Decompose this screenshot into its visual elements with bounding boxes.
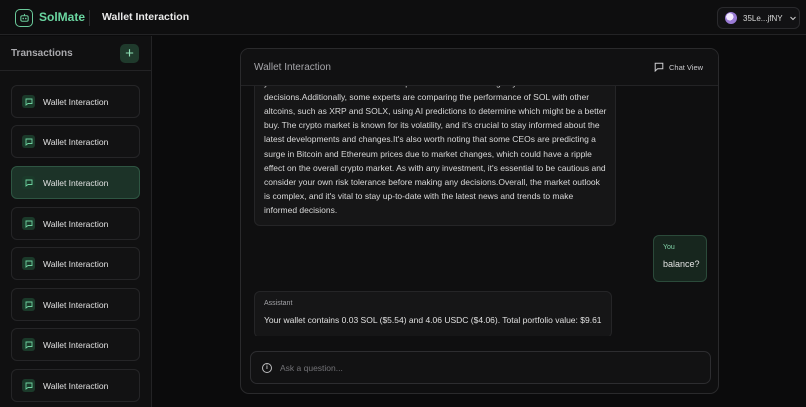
transaction-item[interactable]: Wallet Interaction xyxy=(11,369,140,402)
user-message-text: balance? xyxy=(663,259,700,269)
message-square-icon xyxy=(22,176,35,189)
wallet-address: 35Le...jfNY xyxy=(743,13,783,23)
chat-view-label: Chat View xyxy=(669,62,704,72)
chat-title: Wallet Interaction xyxy=(254,62,331,73)
sidebar: Transactions + Wallet Interaction Wallet… xyxy=(0,36,152,407)
plus-icon: + xyxy=(125,45,134,62)
transaction-item[interactable]: Wallet Interaction xyxy=(11,125,140,158)
robot-icon[interactable] xyxy=(15,9,33,27)
transaction-label: Wallet Interaction xyxy=(43,339,109,350)
assistant-message-bubble: Assistant Your wallet contains 0.03 SOL … xyxy=(254,291,612,336)
wallet-avatar-icon xyxy=(725,12,737,24)
message-square-icon xyxy=(22,298,35,311)
message-list[interactable]: your own research and consider multiple … xyxy=(241,86,718,336)
sidebar-header: Transactions + xyxy=(0,36,152,71)
transaction-label: Wallet Interaction xyxy=(43,380,109,391)
assistant-message-text: your own research and consider multiple … xyxy=(264,86,607,215)
sidebar-title: Transactions xyxy=(11,48,73,59)
chevron-down-icon xyxy=(789,16,796,21)
message-square-icon xyxy=(22,217,35,230)
transaction-label: Wallet Interaction xyxy=(43,218,109,229)
transaction-label: Wallet Interaction xyxy=(43,96,109,107)
assistant-message-bubble: your own research and consider multiple … xyxy=(254,86,616,226)
brand-name[interactable]: SolMate xyxy=(39,10,85,24)
question-input-box[interactable]: i xyxy=(250,351,711,384)
message-square-icon xyxy=(22,95,35,108)
transaction-item[interactable]: Wallet Interaction xyxy=(11,328,140,361)
transaction-label: Wallet Interaction xyxy=(43,136,109,147)
app-header: SolMate Wallet Interaction 35Le...jfNY xyxy=(0,0,806,35)
question-input[interactable] xyxy=(280,362,680,373)
chat-header: Wallet Interaction Chat View xyxy=(241,49,718,86)
transaction-label: Wallet Interaction xyxy=(43,258,109,269)
page-title: Wallet Interaction xyxy=(102,11,190,23)
transaction-item[interactable]: Wallet Interaction xyxy=(11,247,140,280)
assistant-message-text: Your wallet contains 0.03 SOL ($5.54) an… xyxy=(264,315,602,325)
transaction-item[interactable]: Wallet Interaction xyxy=(11,207,140,240)
message-square-icon xyxy=(22,257,35,270)
chat-panel: Wallet Interaction Chat View your own re… xyxy=(240,48,719,394)
transaction-item-active[interactable]: Wallet Interaction xyxy=(11,166,140,199)
message-square-icon xyxy=(22,379,35,392)
info-icon[interactable]: i xyxy=(262,362,272,373)
chat-view-button[interactable]: Chat View xyxy=(654,62,703,72)
add-transaction-button[interactable]: + xyxy=(120,44,139,63)
message-square-icon xyxy=(22,135,35,148)
wallet-button[interactable]: 35Le...jfNY xyxy=(717,7,800,29)
header-divider xyxy=(89,10,90,26)
message-square-icon xyxy=(22,338,35,351)
message-square-icon xyxy=(654,62,664,72)
user-message-bubble: You balance? xyxy=(653,235,707,282)
transaction-label: Wallet Interaction xyxy=(43,177,109,188)
transaction-item[interactable]: Wallet Interaction xyxy=(11,288,140,321)
user-role-label: You xyxy=(663,244,675,251)
transaction-label: Wallet Interaction xyxy=(43,299,109,310)
transaction-item[interactable]: Wallet Interaction xyxy=(11,85,140,118)
assistant-role-label: Assistant xyxy=(264,300,293,307)
